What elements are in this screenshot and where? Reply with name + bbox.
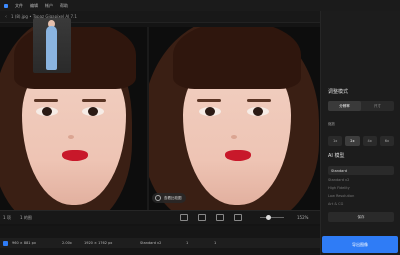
app-logo-icon [4, 3, 8, 8]
output-size: 1920 × 1762 px [84, 241, 113, 245]
file-queue: 960 × 881 px 2.00x 1920 × 1762 px Standa… [0, 226, 320, 255]
single-view-icon[interactable] [198, 214, 206, 221]
model-list: Standard v2 High Fidelity Low Resolution… [328, 178, 394, 210]
enhanced-preview[interactable] [149, 27, 320, 210]
menu-edit[interactable]: 编辑 [30, 3, 38, 9]
mode-title: 调整模式 [328, 89, 349, 95]
menu-file[interactable]: 文件 [15, 3, 23, 9]
model-item[interactable]: Art & CG [328, 202, 394, 210]
tab-dimensions[interactable]: 尺寸 [361, 101, 394, 111]
scale-label: 缩放 [328, 122, 335, 126]
model-item[interactable]: Low Resolution [328, 194, 394, 202]
model-item[interactable]: High Fidelity [328, 186, 394, 194]
scale-6x[interactable]: 6x [379, 136, 394, 146]
model-item[interactable]: Standard v2 [328, 178, 394, 186]
mode-tabs: 分辨率 尺寸 [328, 101, 394, 111]
export-image-button[interactable]: 导出图像 [322, 236, 398, 253]
scale-options: 1x 2x 4x 6x [328, 136, 394, 146]
menu-help[interactable]: 帮助 [60, 3, 68, 9]
scale-2x[interactable]: 2x [345, 136, 360, 146]
column-value: 1 [186, 241, 189, 245]
input-size: 960 × 881 px [12, 241, 36, 245]
model-name: Standard v2 [140, 241, 162, 245]
camera-icon[interactable] [180, 214, 188, 221]
compare-icon [155, 195, 161, 201]
item-count: 1 项 [3, 214, 11, 220]
zoom-slider[interactable] [260, 217, 284, 218]
scale-4x[interactable]: 4x [362, 136, 377, 146]
back-arrow-icon[interactable]: ‹ [5, 14, 7, 20]
side-by-side-icon[interactable] [216, 214, 224, 221]
zoom-slider-handle[interactable] [266, 215, 271, 220]
save-button[interactable]: 保存 [328, 212, 394, 222]
menu-account[interactable]: 帐户 [45, 3, 53, 9]
split-view-icon[interactable] [234, 214, 242, 221]
row-checkbox[interactable] [3, 241, 8, 246]
compare-view-badge[interactable]: 查看比较图 [152, 193, 186, 203]
model-select[interactable]: Standard [328, 166, 394, 175]
ai-model-title: AI 模型 [328, 153, 345, 159]
tab-resolution[interactable]: 分辨率 [328, 101, 361, 111]
scale-1x[interactable]: 1x [328, 136, 343, 146]
compare-badge-label: 查看比较图 [164, 195, 182, 200]
original-preview[interactable] [0, 27, 147, 210]
image-count: 1 的图 [20, 214, 32, 220]
preview-toolbar: 1 项 1 的图 152% [0, 210, 320, 224]
menu-bar: 文件 编辑 帐户 帮助 [0, 0, 400, 11]
navigator-thumbnail[interactable] [33, 18, 71, 73]
zoom-level[interactable]: 152% [297, 215, 308, 220]
table-row[interactable]: 960 × 881 px 2.00x 1920 × 1762 px Standa… [0, 238, 320, 248]
scale-value: 2.00x [62, 241, 72, 245]
column-value: 1 [214, 241, 217, 245]
